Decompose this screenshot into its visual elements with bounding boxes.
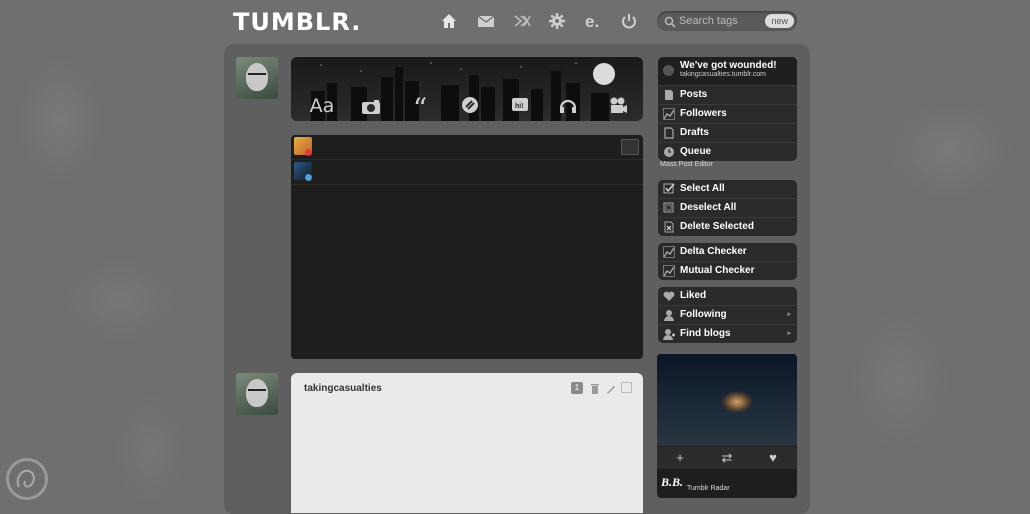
power-icon[interactable] xyxy=(620,12,638,30)
thumbnail[interactable] xyxy=(621,139,639,155)
headphones-icon[interactable] xyxy=(557,95,579,117)
plus-icon[interactable]: + xyxy=(670,449,690,467)
account-menu: Liked Following ▸ Find blogs ▸ xyxy=(658,287,797,343)
sidebar-item-label: Followers xyxy=(680,108,727,119)
page-icon xyxy=(663,127,675,139)
blog-url: takingcasualties.tumblr.com xyxy=(680,71,766,78)
checkbox-icon xyxy=(663,183,675,195)
sidebar-item-label: Liked xyxy=(680,290,707,301)
post-type-bar: Aa “ hi! xyxy=(291,57,643,121)
chart-icon xyxy=(663,265,675,277)
sidebar-item-liked[interactable]: Liked xyxy=(658,287,797,305)
sidebar-item-label: Following xyxy=(680,309,727,320)
heart-icon xyxy=(305,149,312,156)
menu-item-label: Delete Selected xyxy=(680,221,754,232)
mass-editor-menu: Select All Deselect All Delete Selected xyxy=(658,180,797,236)
add-person-icon xyxy=(663,328,675,340)
camera-icon[interactable] xyxy=(359,95,383,117)
menu-item-label: Delta Checker xyxy=(680,246,747,257)
new-badge: new xyxy=(765,14,794,28)
post-card: takingcasualties 1 xyxy=(291,373,643,513)
post-username[interactable]: takingcasualties xyxy=(304,383,382,394)
edit-icon[interactable] xyxy=(605,382,617,394)
reblog-icon[interactable]: ⇄ xyxy=(717,449,737,467)
tumblr-radar: + ⇄ ♥ B.B. Tumblr Radar xyxy=(657,354,797,498)
chart-icon xyxy=(663,246,675,258)
search-bar: new xyxy=(657,11,797,31)
list-item[interactable] xyxy=(291,135,643,160)
tumblr-logo[interactable]: TUMBLR. xyxy=(233,8,361,36)
svg-text:hi!: hi! xyxy=(515,103,524,110)
delete-selected-button[interactable]: Delete Selected xyxy=(658,217,797,236)
xkit-icon[interactable] xyxy=(513,12,531,30)
heart-icon xyxy=(663,290,675,302)
chart-icon xyxy=(663,108,675,120)
menu-item-label: Deselect All xyxy=(680,202,737,213)
sidebar-item-label: Posts xyxy=(680,89,708,100)
text-post-button[interactable]: Aa xyxy=(307,95,337,117)
select-all-button[interactable]: Select All xyxy=(658,180,797,198)
sidebar-item-label: Find blogs xyxy=(680,328,731,339)
corner-logo-icon[interactable] xyxy=(6,458,48,500)
blog-menu: We've got wounded! takingcasualties.tumb… xyxy=(658,57,797,161)
page-icon xyxy=(663,89,675,101)
menu-item-label: Select All xyxy=(680,183,725,194)
search-icon xyxy=(664,15,676,28)
avatar[interactable] xyxy=(236,57,278,99)
svg-text:e.: e. xyxy=(585,12,599,30)
menu-item-label: Mutual Checker xyxy=(680,265,755,276)
dropdown-icon[interactable] xyxy=(663,65,674,76)
sidebar-item-find-blogs[interactable]: Find blogs ▸ xyxy=(658,324,797,343)
list-item[interactable] xyxy=(291,160,643,185)
sidebar-item-queue[interactable]: Queue xyxy=(658,142,797,161)
link-icon[interactable] xyxy=(458,95,482,117)
clock-icon xyxy=(663,146,675,158)
gear-icon[interactable] xyxy=(548,12,566,30)
select-checkbox[interactable] xyxy=(621,382,632,393)
home-icon[interactable] xyxy=(440,12,458,30)
chevron-right-icon: ▸ xyxy=(787,330,791,337)
reblog-icon xyxy=(305,174,312,181)
sidebar-item-label: Drafts xyxy=(680,127,709,138)
checker-menu: Delta Checker Mutual Checker xyxy=(658,243,797,280)
deselect-all-button[interactable]: Deselect All xyxy=(658,198,797,217)
chevron-right-icon: ▸ xyxy=(787,311,791,318)
number-badge-icon: 1 xyxy=(571,382,583,394)
chat-icon[interactable]: hi! xyxy=(509,95,531,117)
delete-icon xyxy=(663,221,675,233)
radar-label: Tumblr Radar xyxy=(687,485,730,492)
heart-icon[interactable]: ♥ xyxy=(763,449,783,467)
mail-icon[interactable] xyxy=(477,12,495,30)
delete-icon[interactable] xyxy=(589,382,601,394)
mass-post-editor-label: Mass Post Editor xyxy=(660,161,713,168)
sidebar-item-followers[interactable]: Followers xyxy=(658,104,797,123)
sidebar-item-following[interactable]: Following ▸ xyxy=(658,305,797,324)
video-icon[interactable] xyxy=(607,95,629,117)
activity-panel xyxy=(291,135,643,359)
sidebar-item-posts[interactable]: Posts xyxy=(658,85,797,104)
person-icon xyxy=(663,309,675,321)
blog-header[interactable]: We've got wounded! takingcasualties.tumb… xyxy=(658,57,797,85)
radar-image[interactable] xyxy=(657,354,797,446)
sidebar-item-drafts[interactable]: Drafts xyxy=(658,123,797,142)
delta-checker-button[interactable]: Delta Checker xyxy=(658,243,797,261)
radar-blog-name[interactable]: B.B. xyxy=(661,475,683,490)
search-input[interactable] xyxy=(679,13,759,29)
blog-title: We've got wounded! xyxy=(680,60,777,71)
radar-actions: + ⇄ ♥ xyxy=(657,447,797,469)
quote-post-button[interactable]: “ xyxy=(407,95,433,122)
checkbox-icon xyxy=(663,202,675,214)
e-icon[interactable]: e. xyxy=(584,12,602,31)
sidebar-item-label: Queue xyxy=(680,146,712,157)
mutual-checker-button[interactable]: Mutual Checker xyxy=(658,261,797,280)
avatar[interactable] xyxy=(236,373,278,415)
